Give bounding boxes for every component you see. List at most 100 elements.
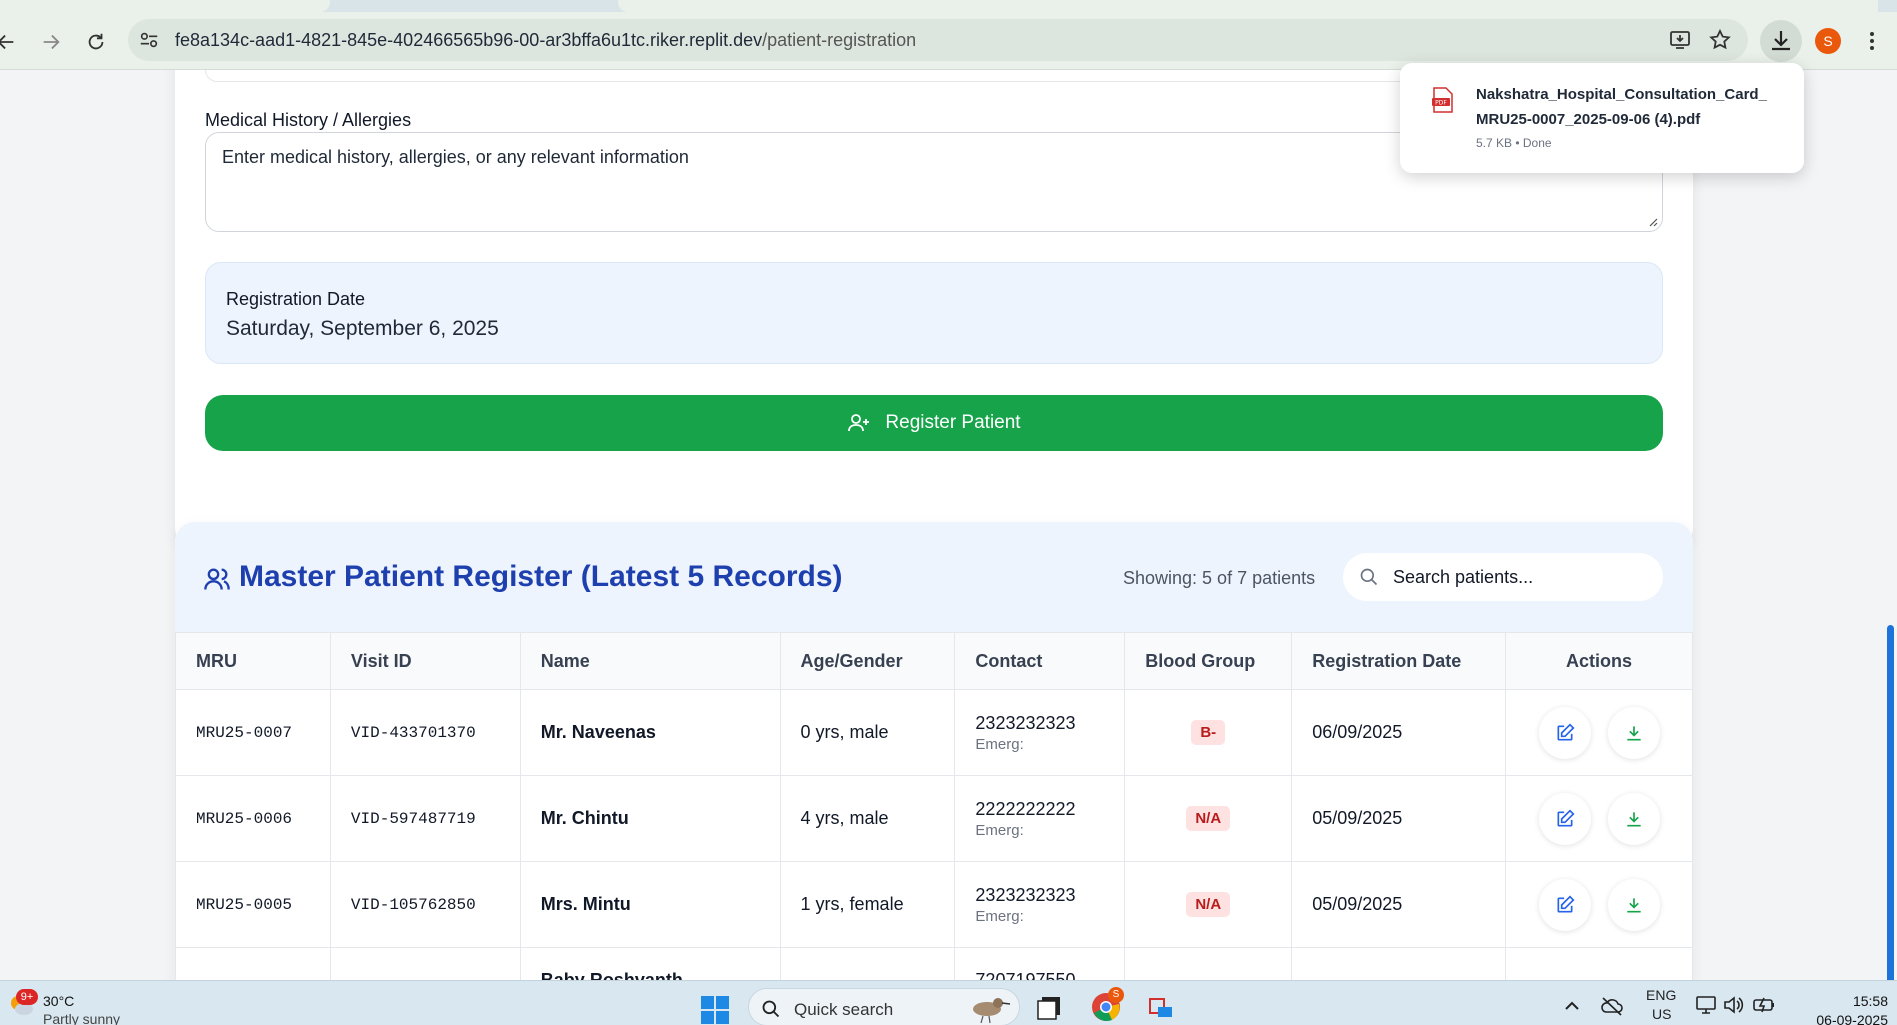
download-card-button[interactable]: [1607, 706, 1660, 759]
clock-time[interactable]: 15:58: [1838, 993, 1888, 1009]
blood-group-badge: N/A: [1186, 806, 1231, 831]
column-header-mru[interactable]: MRU: [175, 632, 331, 690]
taskbar-search-label: Quick search: [794, 1000, 894, 1019]
url-text[interactable]: fe8a134c-aad1-4821-845e-402466565b96-00-…: [175, 30, 916, 51]
download-filename-line1: Nakshatra_Hospital_Consultation_Card_: [1476, 86, 1767, 103]
column-header-blood-group[interactable]: Blood Group: [1124, 632, 1293, 690]
edit-button[interactable]: [1538, 792, 1591, 845]
edit-button[interactable]: [1538, 706, 1591, 759]
weather-temperature[interactable]: 30°C: [43, 993, 74, 1009]
language-code[interactable]: ENG: [1646, 987, 1676, 1003]
cell-blood-group: N/A: [1124, 861, 1293, 948]
chrome-profile-badge: S: [1108, 987, 1124, 1003]
back-button[interactable]: [0, 28, 20, 56]
download-meta: 5.7 KB • Done: [1476, 136, 1552, 150]
column-header-registration-date[interactable]: Registration Date: [1291, 632, 1507, 690]
more-vertical-icon: [1870, 32, 1874, 50]
cell-contact: 2222222222 Emerg:: [954, 775, 1126, 862]
cell-actions: [1505, 775, 1693, 862]
column-header-contact[interactable]: Contact: [954, 632, 1126, 690]
profile-avatar[interactable]: S: [1815, 28, 1841, 54]
cell-registration-date: [1291, 947, 1507, 980]
volume-icon[interactable]: [1722, 994, 1744, 1016]
taskbar-search[interactable]: Quick search: [748, 988, 1020, 1025]
download-icon: [1626, 725, 1641, 740]
medical-history-label: Medical History / Allergies: [205, 110, 412, 130]
contact-emergency: Emerg:: [975, 821, 1024, 839]
download-icon: [1626, 897, 1641, 912]
cell-visit-id: VID-597487719: [329, 775, 521, 862]
showing-count: Showing: 5 of 7 patients: [1123, 568, 1316, 588]
table-row[interactable]: MRU25-0006 VID-597487719 Mr. Chintu 4 yr…: [175, 775, 1693, 862]
resize-grip-icon[interactable]: [1648, 217, 1658, 227]
edit-icon: [1557, 808, 1575, 826]
cloud-offline-icon[interactable]: [1600, 995, 1624, 1017]
weather-notification-badge: 9+: [16, 989, 38, 1005]
cell-actions: [1505, 689, 1693, 776]
site-settings-icon[interactable]: [138, 29, 160, 51]
clock-date[interactable]: 06-09-2025: [1798, 1012, 1888, 1025]
download-bubble[interactable]: PDF Nakshatra_Hospital_Consultation_Card…: [1400, 63, 1804, 173]
edit-button[interactable]: [1538, 878, 1591, 931]
language-region[interactable]: US: [1652, 1006, 1671, 1022]
active-tab[interactable]: [0, 0, 330, 12]
address-bar[interactable]: fe8a134c-aad1-4821-845e-402466565b96-00-…: [128, 19, 1748, 61]
browser-toolbar: fe8a134c-aad1-4821-845e-402466565b96-00-…: [0, 12, 1897, 70]
user-plus-icon: [848, 414, 870, 432]
cell-age-gender: 0 yrs, male: [779, 689, 956, 776]
cell-contact: 2323232323 Emerg:: [954, 861, 1126, 948]
cell-name: Baby Roshvanth: [519, 947, 781, 980]
install-app-icon[interactable]: [1668, 28, 1692, 52]
arrow-right-icon: [43, 34, 60, 50]
download-icon: [1626, 811, 1641, 826]
registration-date-value: Saturday, September 6, 2025: [226, 317, 499, 340]
chevron-up-icon[interactable]: [1563, 997, 1581, 1015]
column-header-age-gender[interactable]: Age/Gender: [779, 632, 956, 690]
table-row[interactable]: Baby Roshvanth 7207197550: [175, 947, 1693, 980]
column-header-visit-id[interactable]: Visit ID: [329, 632, 521, 690]
table-row[interactable]: MRU25-0005 VID-105762850 Mrs. Mintu 1 yr…: [175, 861, 1693, 948]
browser-menu-button[interactable]: [1862, 28, 1882, 54]
search-highlight-bird-icon: [973, 998, 1011, 1024]
windows-start-icon[interactable]: [700, 995, 730, 1025]
patient-search-field[interactable]: [1343, 553, 1663, 601]
reload-icon: [88, 33, 104, 50]
download-filename-line2: MRU25-0007_2025-09-06 (4).pdf: [1476, 111, 1701, 128]
patient-search-input[interactable]: [1393, 563, 1648, 591]
register-title: Master Patient Register (Latest 5 Record…: [239, 560, 843, 593]
cell-mru: MRU25-0006: [175, 775, 331, 862]
forward-button[interactable]: [37, 28, 65, 56]
download-card-button[interactable]: [1607, 878, 1660, 931]
snipping-tool-icon[interactable]: [1146, 991, 1178, 1023]
url-host: fe8a134c-aad1-4821-845e-402466565b96-00-…: [175, 30, 763, 50]
blood-group-badge: N/A: [1186, 892, 1231, 917]
registration-date-box: Registration Date Saturday, September 6,…: [205, 262, 1663, 364]
url-path: /patient-registration: [762, 30, 917, 50]
register-patient-button[interactable]: Register Patient: [205, 395, 1663, 451]
weather-description[interactable]: Partly sunny: [43, 1011, 120, 1025]
background-tab[interactable]: [618, 0, 1878, 12]
contact-emergency: Emerg:: [975, 735, 1024, 753]
bookmark-star-icon[interactable]: [1708, 28, 1732, 52]
column-header-actions: Actions: [1505, 632, 1693, 690]
contact-phone: 2323232323: [975, 712, 1076, 733]
network-icon[interactable]: [1695, 994, 1717, 1016]
blood-group-badge: B-: [1191, 720, 1226, 745]
table-row[interactable]: MRU25-0007 VID-433701370 Mr. Naveenas 0 …: [175, 689, 1693, 776]
page-scrollbar[interactable]: [1887, 625, 1894, 980]
cell-age-gender: 1 yrs, female: [779, 861, 956, 948]
cell-visit-id: VID-105762850: [329, 861, 521, 948]
cell-registration-date: 06/09/2025: [1291, 689, 1507, 776]
contact-phone: 2323232323: [975, 884, 1076, 905]
battery-charging-icon[interactable]: [1752, 994, 1776, 1016]
register-patient-label: Register Patient: [885, 412, 1021, 433]
column-header-name[interactable]: Name: [519, 632, 781, 690]
pdf-file-icon: PDF: [1432, 87, 1453, 113]
downloads-button[interactable]: [1760, 20, 1802, 62]
task-view-icon[interactable]: [1034, 991, 1066, 1023]
reload-button[interactable]: [82, 28, 110, 56]
cell-contact: 2323232323 Emerg:: [954, 689, 1126, 776]
download-card-button[interactable]: [1607, 792, 1660, 845]
pdf-icon-label: PDF: [1435, 100, 1447, 107]
cell-age-gender: 4 yrs, male: [779, 775, 956, 862]
